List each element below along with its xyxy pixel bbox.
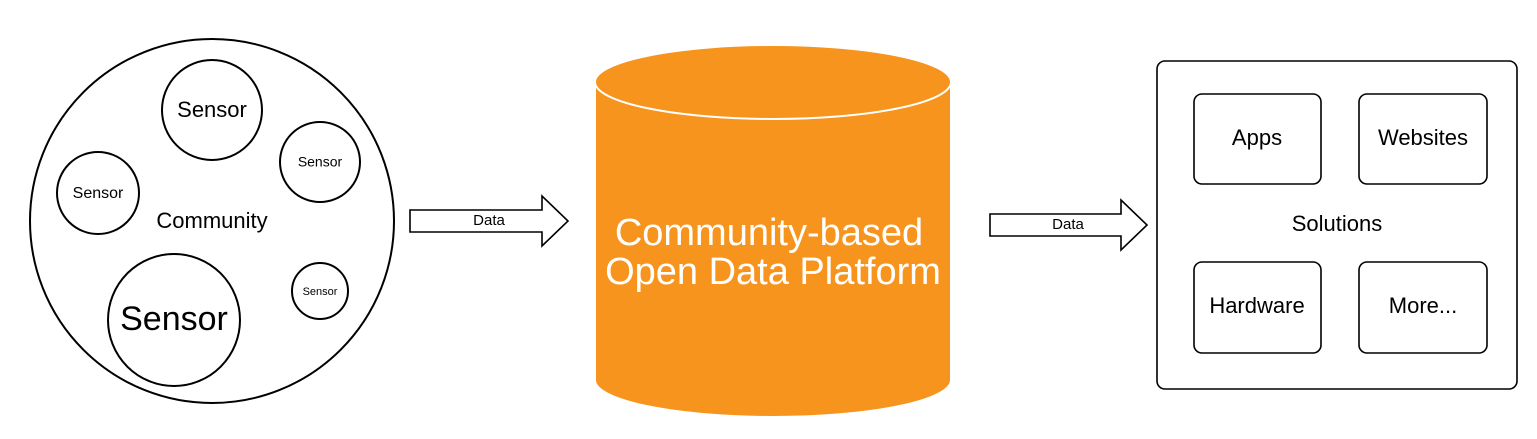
solution-box-apps: Apps	[1193, 93, 1322, 185]
sensor-node: Sensor	[291, 262, 349, 320]
solutions-group: Solutions Apps Websites Hardware More...	[1156, 60, 1518, 390]
data-arrow-right: Data	[989, 198, 1149, 252]
sensor-label: Sensor	[120, 300, 228, 338]
arrow-label: Data	[1052, 216, 1084, 233]
sensor-node: Sensor	[56, 151, 140, 235]
platform-title-line1: Community-based	[615, 212, 923, 254]
sensor-label: Sensor	[303, 286, 338, 298]
community-open-data-diagram: Community Sensor Sensor Sensor Sensor Se…	[29, 38, 1518, 418]
solution-label: More...	[1389, 293, 1457, 318]
arrow-label: Data	[473, 212, 505, 229]
platform-title-line2: Open Data Platform	[605, 251, 941, 293]
solution-label: Websites	[1378, 125, 1468, 150]
sensor-node: Sensor	[161, 59, 263, 161]
community-label: Community	[156, 208, 267, 233]
solutions-label: Solutions	[1292, 211, 1383, 236]
sensor-node: Sensor	[107, 253, 241, 387]
platform-cylinder: Community-based Open Data Platform	[594, 44, 952, 418]
data-arrow-left: Data	[409, 194, 570, 248]
community-group: Community Sensor Sensor Sensor Sensor Se…	[29, 38, 395, 404]
solution-box-hardware: Hardware	[1193, 261, 1322, 354]
solution-box-more: More...	[1358, 261, 1488, 354]
sensor-label: Sensor	[177, 97, 247, 122]
solution-label: Hardware	[1209, 293, 1304, 318]
solution-label: Apps	[1232, 125, 1282, 150]
solution-box-websites: Websites	[1358, 93, 1488, 185]
sensor-label: Sensor	[298, 154, 343, 170]
sensor-label: Sensor	[73, 185, 124, 202]
cylinder-top	[594, 44, 952, 120]
sensor-node: Sensor	[279, 121, 361, 203]
